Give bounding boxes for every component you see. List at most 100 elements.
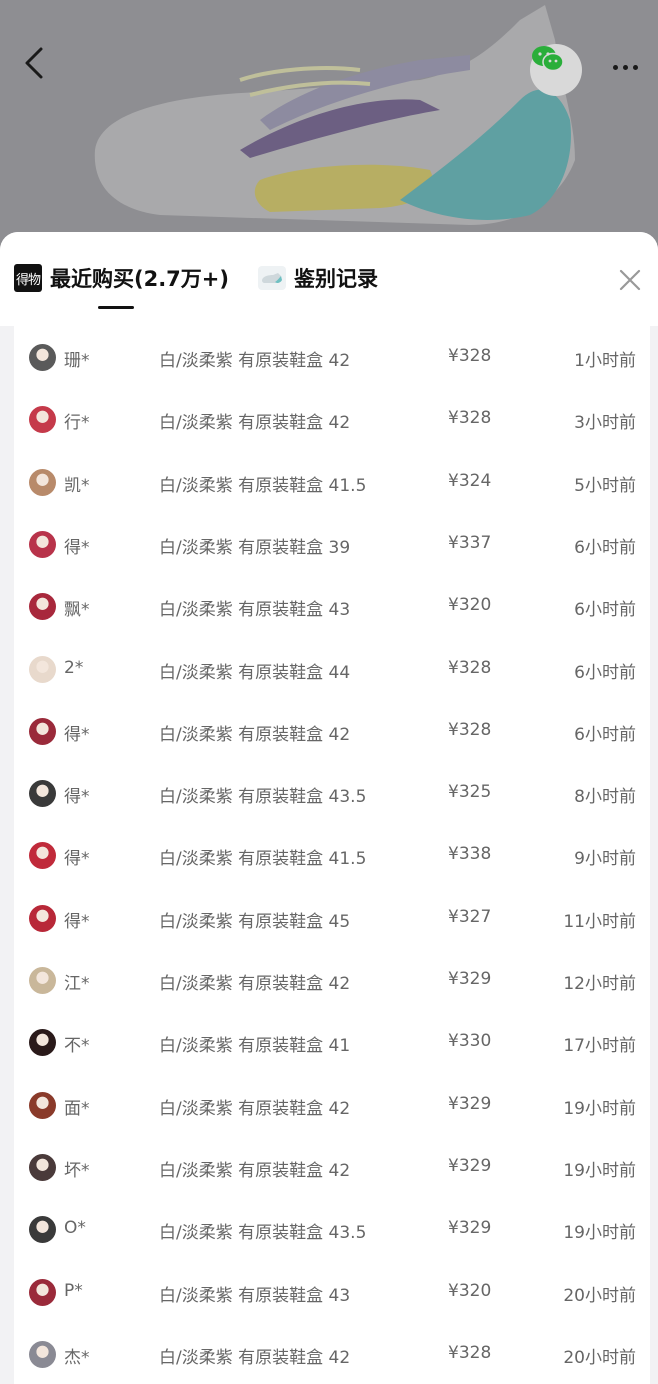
item-spec: 白/淡柔紫 有原装鞋盒 43 xyxy=(159,1285,351,1306)
buyer-name: 2* xyxy=(64,657,84,678)
buyer-name: 杰* xyxy=(64,1347,90,1368)
purchase-row: O* 白/淡柔紫 有原装鞋盒 43.5 ¥329 19小时前 xyxy=(14,1198,650,1260)
avatar[interactable] xyxy=(29,1278,56,1306)
purchase-row: 飘* 白/淡柔紫 有原装鞋盒 43 ¥320 6小时前 xyxy=(14,575,650,637)
avatar[interactable] xyxy=(29,967,56,994)
purchase-price: ¥328 xyxy=(448,408,492,429)
purchase-row: 2* 白/淡柔紫 有原装鞋盒 44 ¥328 6小时前 xyxy=(14,638,650,700)
purchase-price: ¥324 xyxy=(448,470,492,491)
buyer-name: 得* xyxy=(64,911,90,932)
purchase-time: 9小时前 xyxy=(574,849,636,870)
item-spec: 白/淡柔紫 有原装鞋盒 42 xyxy=(159,413,351,434)
purchase-price: ¥338 xyxy=(448,844,492,865)
purchase-time: 20小时前 xyxy=(563,1285,636,1306)
avatar[interactable] xyxy=(29,842,56,870)
avatar[interactable] xyxy=(29,593,56,621)
buyer-name: 凯* xyxy=(64,475,90,496)
more-options-button[interactable] xyxy=(604,52,646,82)
tab-recent-label: 最近购买(2.7万+) xyxy=(50,267,229,291)
purchase-price: ¥328 xyxy=(448,657,492,678)
purchase-time: 3小时前 xyxy=(574,413,636,434)
item-spec: 白/淡柔紫 有原装鞋盒 42 xyxy=(159,1347,351,1368)
purchase-row: 行* 白/淡柔紫 有原装鞋盒 42 ¥328 3小时前 xyxy=(14,388,650,450)
item-spec: 白/淡柔紫 有原装鞋盒 43.5 xyxy=(159,787,367,808)
avatar[interactable] xyxy=(29,717,56,745)
purchase-price: ¥320 xyxy=(448,595,492,616)
purchase-price: ¥320 xyxy=(448,1280,492,1301)
buyer-name: 飘* xyxy=(64,600,90,621)
purchase-price: ¥329 xyxy=(448,1093,492,1114)
avatar[interactable] xyxy=(29,1340,56,1368)
item-spec: 白/淡柔紫 有原装鞋盒 42 xyxy=(159,1160,351,1181)
purchase-row: 面* 白/淡柔紫 有原装鞋盒 42 ¥329 19小时前 xyxy=(14,1074,650,1136)
buyer-name: 得* xyxy=(64,537,90,558)
shoe-thumbnail-icon xyxy=(258,266,286,290)
purchase-time: 5小时前 xyxy=(574,475,636,496)
shoe-illustration xyxy=(0,0,658,250)
purchase-price: ¥337 xyxy=(448,532,492,553)
avatar[interactable] xyxy=(29,904,56,932)
avatar[interactable] xyxy=(29,406,56,434)
purchase-row: 坏* 白/淡柔紫 有原装鞋盒 42 ¥329 19小时前 xyxy=(14,1136,650,1198)
avatar[interactable] xyxy=(29,1091,56,1119)
purchase-row: 江* 白/淡柔紫 有原装鞋盒 42 ¥329 12小时前 xyxy=(14,949,650,1011)
purchase-price: ¥329 xyxy=(448,1218,492,1239)
purchase-row: 得* 白/淡柔紫 有原装鞋盒 43.5 ¥325 8小时前 xyxy=(14,762,650,824)
buyer-name: 得* xyxy=(64,787,90,808)
purchase-time: 17小时前 xyxy=(563,1036,636,1057)
purchase-price: ¥329 xyxy=(448,969,492,989)
avatar[interactable] xyxy=(29,468,56,496)
item-spec: 白/淡柔紫 有原装鞋盒 39 xyxy=(159,537,351,558)
tab-authentication-records[interactable]: 鉴别记录 xyxy=(258,260,378,296)
avatar[interactable] xyxy=(29,1029,56,1057)
purchase-time: 19小时前 xyxy=(563,1223,636,1244)
wechat-share-button[interactable] xyxy=(530,44,582,96)
purchase-price: ¥328 xyxy=(448,719,492,740)
purchase-time: 6小时前 xyxy=(574,662,636,683)
buyer-name: 面* xyxy=(64,1098,90,1119)
purchase-list-container: 珊* 白/淡柔紫 有原装鞋盒 42 ¥328 1小时前 行* 白/淡柔紫 有原装鞋盒 42… xyxy=(0,326,658,1384)
buyer-name: O* xyxy=(64,1218,86,1239)
sheet-tabs: 得物 最近购买(2.7万+) 鉴别记录 xyxy=(0,232,658,326)
item-spec: 白/淡柔紫 有原装鞋盒 44 xyxy=(159,662,351,683)
item-spec: 白/淡柔紫 有原装鞋盒 42 xyxy=(159,974,351,994)
item-spec: 白/淡柔紫 有原装鞋盒 42 xyxy=(159,724,351,745)
purchase-time: 20小时前 xyxy=(563,1347,636,1368)
item-spec: 白/淡柔紫 有原装鞋盒 41.5 xyxy=(159,849,367,870)
purchase-time: 6小时前 xyxy=(574,537,636,558)
avatar[interactable] xyxy=(29,344,56,371)
purchase-row: 得* 白/淡柔紫 有原装鞋盒 45 ¥327 11小时前 xyxy=(14,887,650,949)
item-spec: 白/淡柔紫 有原装鞋盒 45 xyxy=(159,911,351,932)
purchase-price: ¥327 xyxy=(448,906,492,927)
buyer-name: 不* xyxy=(64,1036,90,1057)
chevron-left-icon xyxy=(25,47,43,79)
dewu-logo: 得物 xyxy=(14,264,42,292)
buyer-name: 得* xyxy=(64,724,90,745)
purchase-price: ¥328 xyxy=(448,1342,492,1363)
buyer-name: 得* xyxy=(64,849,90,870)
active-tab-indicator xyxy=(98,306,134,309)
avatar[interactable] xyxy=(29,1153,56,1181)
item-spec: 白/淡柔紫 有原装鞋盒 43 xyxy=(159,600,351,621)
tab-auth-label: 鉴别记录 xyxy=(294,267,378,291)
avatar[interactable] xyxy=(29,530,56,558)
avatar[interactable] xyxy=(29,655,56,683)
item-spec: 白/淡柔紫 有原装鞋盒 42 xyxy=(159,1098,351,1119)
tab-recent-purchases[interactable]: 得物 最近购买(2.7万+) xyxy=(14,260,229,296)
buyer-name: 珊* xyxy=(64,351,90,371)
purchase-time: 12小时前 xyxy=(563,974,636,994)
purchase-row: 珊* 白/淡柔紫 有原装鞋盒 42 ¥328 1小时前 xyxy=(14,326,650,388)
purchase-price: ¥328 xyxy=(448,346,492,366)
back-button[interactable] xyxy=(22,46,62,90)
purchase-time: 6小时前 xyxy=(574,600,636,621)
purchase-time: 19小时前 xyxy=(563,1098,636,1119)
purchase-time: 19小时前 xyxy=(563,1160,636,1181)
item-spec: 白/淡柔紫 有原装鞋盒 42 xyxy=(159,351,351,371)
purchase-row: 凯* 白/淡柔紫 有原装鞋盒 41.5 ¥324 5小时前 xyxy=(14,451,650,513)
purchase-list: 珊* 白/淡柔紫 有原装鞋盒 42 ¥328 1小时前 行* 白/淡柔紫 有原装鞋盒 42… xyxy=(14,326,650,1384)
close-icon xyxy=(619,269,641,291)
wechat-icon xyxy=(532,46,564,72)
close-button[interactable] xyxy=(612,262,648,298)
avatar[interactable] xyxy=(29,1216,56,1244)
avatar[interactable] xyxy=(29,780,56,808)
